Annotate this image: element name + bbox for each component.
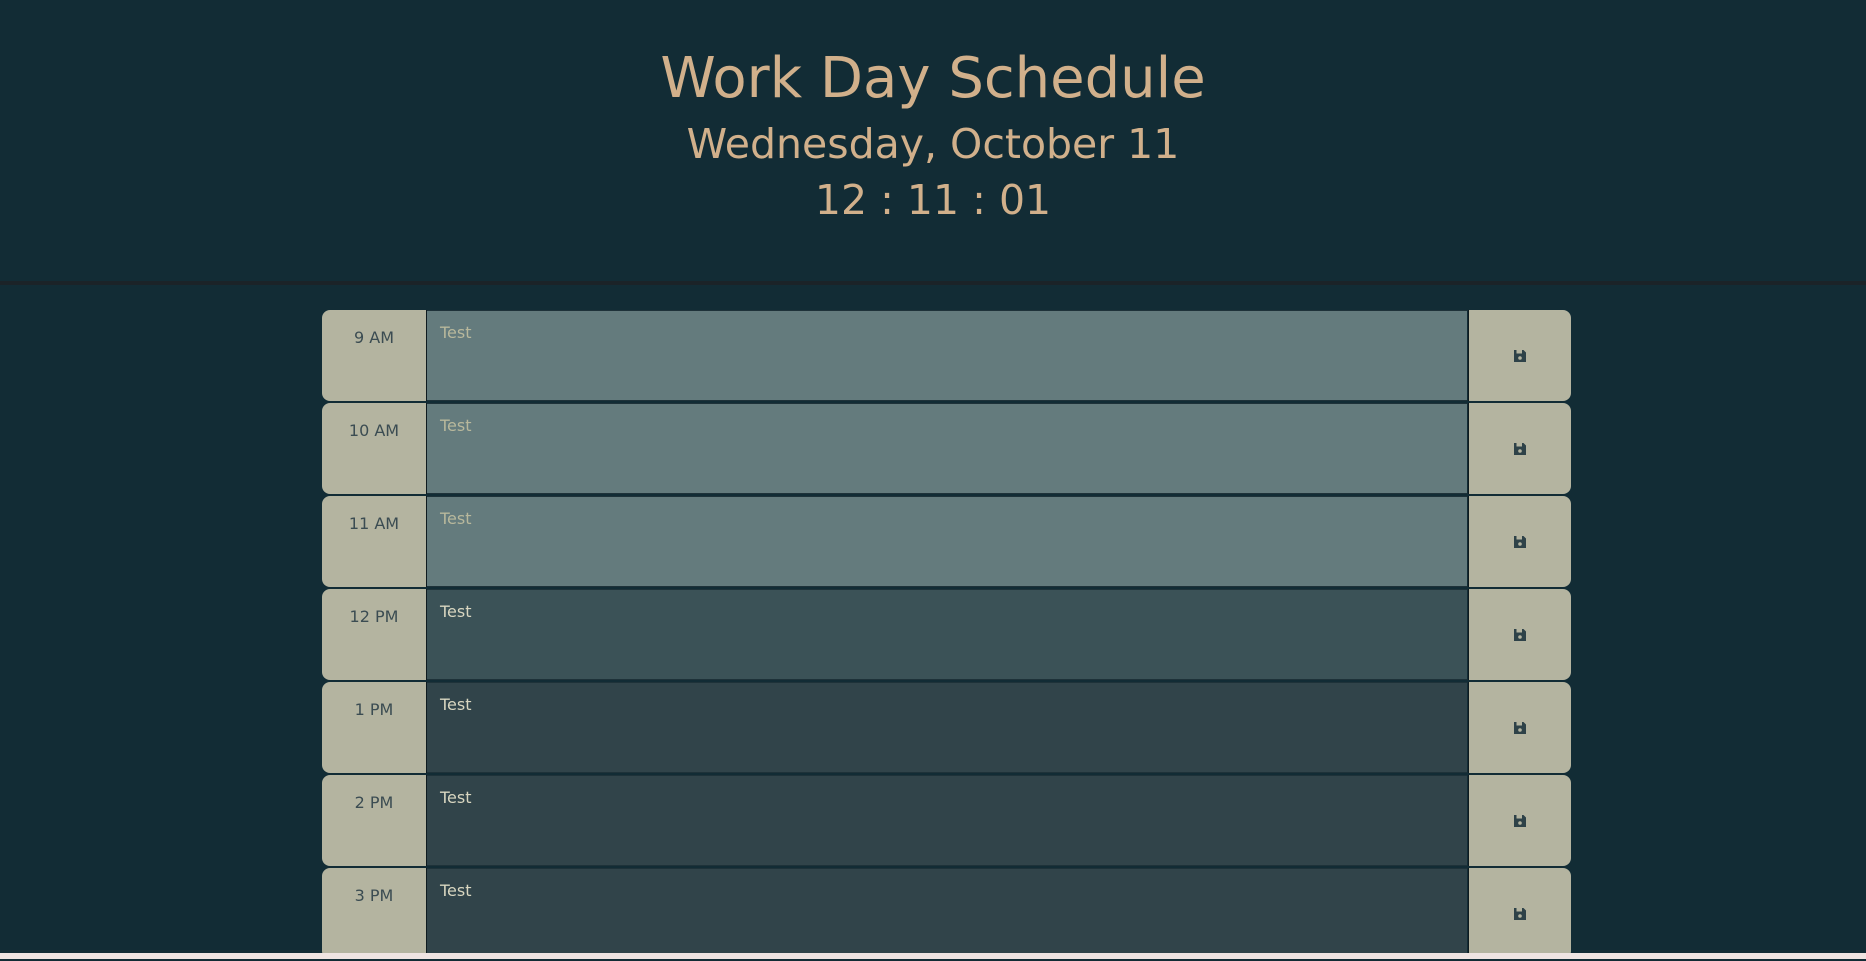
save-button[interactable] — [1468, 868, 1571, 959]
floppy-disk-icon — [1514, 907, 1526, 920]
hour-label: 2 PM — [322, 775, 427, 866]
hour-label: 12 PM — [322, 589, 427, 680]
time-block-row: 10 AM Test — [322, 403, 1571, 494]
save-button[interactable] — [1468, 775, 1571, 866]
page-title: Work Day Schedule — [660, 46, 1206, 111]
save-button[interactable] — [1468, 310, 1571, 401]
time-block-row: 9 AM Test — [322, 310, 1571, 401]
floppy-disk-icon — [1514, 628, 1526, 641]
floppy-disk-icon — [1514, 814, 1526, 827]
floppy-disk-icon — [1514, 535, 1526, 548]
floppy-disk-icon — [1514, 349, 1526, 362]
save-button[interactable] — [1468, 589, 1571, 680]
save-button[interactable] — [1468, 682, 1571, 773]
time-block-row: 11 AM Test — [322, 496, 1571, 587]
event-description-input[interactable]: Test — [427, 775, 1467, 866]
header-divider — [0, 281, 1866, 285]
page-header: Work Day Schedule Wednesday, October 11 … — [0, 0, 1866, 282]
event-description-input[interactable]: Test — [427, 868, 1467, 959]
floppy-disk-icon — [1514, 442, 1526, 455]
floppy-disk-icon — [1514, 721, 1526, 734]
hour-label: 9 AM — [322, 310, 427, 401]
hour-label: 1 PM — [322, 682, 427, 773]
event-description-input[interactable]: Test — [427, 403, 1467, 494]
time-block-row: 12 PM Test — [322, 589, 1571, 680]
event-description-input[interactable]: Test — [427, 496, 1467, 587]
browser-bottom-bar — [0, 953, 1866, 959]
event-description-input[interactable]: Test — [427, 310, 1467, 401]
event-description-input[interactable]: Test — [427, 589, 1467, 680]
schedule-list: 9 AM Test 10 AM Test 11 AM Test 12 PM Te… — [322, 310, 1571, 961]
save-button[interactable] — [1468, 403, 1571, 494]
time-block-row: 3 PM Test — [322, 868, 1571, 959]
current-date: Wednesday, October 11 — [686, 120, 1180, 168]
hour-label: 10 AM — [322, 403, 427, 494]
hour-label: 11 AM — [322, 496, 427, 587]
hour-label: 3 PM — [322, 868, 427, 959]
event-description-input[interactable]: Test — [427, 682, 1467, 773]
time-block-row: 2 PM Test — [322, 775, 1571, 866]
save-button[interactable] — [1468, 496, 1571, 587]
time-block-row: 1 PM Test — [322, 682, 1571, 773]
current-time: 12 : 11 : 01 — [814, 176, 1052, 224]
